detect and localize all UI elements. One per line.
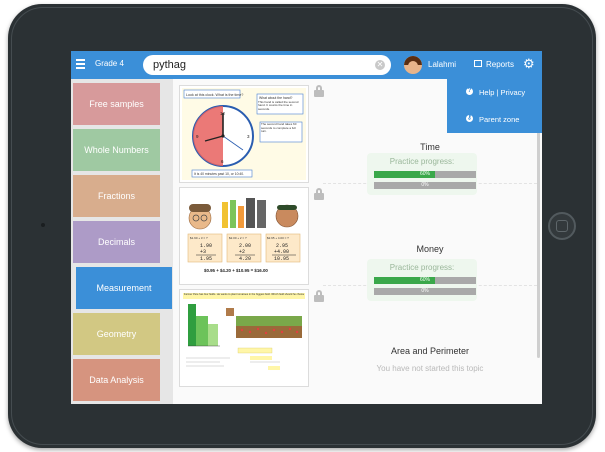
home-button-icon (556, 220, 568, 232)
time-question: Look at this clock. What is the time? (186, 93, 243, 97)
top-bar: Grade 4 pythag ✕ Lalahmi Reports ⚙ (71, 51, 542, 79)
progress-panel-money: Practice progress: 60% 0% (367, 259, 477, 301)
progress-text: 0% (421, 182, 429, 188)
user-name[interactable]: Lalahmi (428, 60, 456, 69)
time-note-3: The second hand takes 60 seconds to comp… (261, 123, 297, 134)
menu-icon[interactable] (76, 59, 85, 69)
search-input[interactable]: pythag ✕ (143, 55, 391, 75)
grade-selector[interactable]: Grade 4 (95, 59, 124, 68)
sidebar-item-decimals[interactable]: Decimals (73, 221, 160, 263)
help-icon: ? (466, 88, 473, 95)
lock-icon (314, 290, 324, 302)
topic-title-time[interactable]: Time (323, 142, 537, 152)
money-sum-3-head: $2.95 + 4.00 = ? (267, 236, 289, 240)
time-answer: It is 40 minutes past 10, or 10:40. (194, 172, 244, 176)
money-sum-2-b: +2 (239, 249, 245, 255)
tablet-camera (41, 223, 45, 227)
money-sum-3-result: 10.95 (274, 256, 289, 262)
gear-icon[interactable]: ⚙ (523, 57, 535, 71)
progress-label: Practice progress: (389, 263, 455, 272)
key-icon: ⚷ (466, 115, 473, 122)
topic-status: You have not started this topic (376, 364, 484, 373)
menu-item-help-privacy[interactable]: ? Help | Privacy (447, 79, 542, 106)
lock-icon (314, 85, 324, 97)
money-illustration: $1.90 + 3 = ? 1.90 +3 1.95 $2.00 + 2 = ?… (182, 190, 306, 282)
progress-bar: 60% (374, 171, 476, 178)
time-note-2: This hand is called the second hand. It … (258, 101, 299, 111)
avatar[interactable] (404, 56, 422, 74)
sidebar-item-data-analysis[interactable]: Data Analysis (73, 359, 160, 401)
progress-label: Practice progress: (389, 157, 455, 166)
topic-title-money[interactable]: Money (323, 244, 537, 254)
money-sum-1-result: 1.95 (200, 256, 212, 262)
area-illustration: Farmer Pete has four fields. He wants to… (182, 292, 306, 384)
progress-bar: 60% (374, 277, 476, 284)
money-sum-2-head: $2.00 + 2 = ? (229, 236, 247, 240)
sidebar-item-geometry[interactable]: Geometry (73, 313, 160, 355)
money-sum-3-b: +4.00 (274, 249, 289, 255)
thumbnail-area[interactable]: Farmer Pete has four fields. He wants to… (179, 289, 309, 387)
area-instruction: Farmer Pete has four fields. He wants to… (184, 293, 304, 296)
sidebar-item-measurement[interactable]: Measurement (76, 267, 172, 309)
lock-icon (314, 188, 324, 200)
search-value: pythag (153, 59, 187, 71)
thumbnail-time[interactable]: Look at this clock. What is the time? 12… (179, 85, 309, 183)
money-sum-2-result: 4.20 (239, 256, 251, 262)
reports-button[interactable]: Reports (486, 60, 514, 69)
progress-text: 0% (421, 288, 429, 294)
sidebar-item-whole-numbers[interactable]: Whole Numbers (73, 129, 160, 171)
progress-text: 60% (419, 171, 430, 177)
progress-panel-time: Practice progress: 60% 0% (367, 153, 477, 195)
home-button[interactable] (548, 212, 576, 240)
settings-menu: ? Help | Privacy ⚷ Parent zone (447, 79, 542, 133)
sidebar-item-free-samples[interactable]: Free samples (73, 83, 160, 125)
thumbnail-money[interactable]: $1.90 + 3 = ? 1.90 +3 1.95 $2.00 + 2 = ?… (179, 187, 309, 285)
time-note-1: What about the hand? (259, 96, 292, 100)
money-total: $0.95 + $4.20 + $10.95 = $16.00 (204, 268, 268, 273)
progress-text: 60% (419, 277, 430, 283)
svg-text:12: 12 (220, 111, 226, 116)
progress-bar: 0% (374, 182, 476, 189)
sidebar: Free samples Whole Numbers Fractions Dec… (71, 79, 173, 404)
app-screen: Grade 4 pythag ✕ Lalahmi Reports ⚙ Free … (71, 51, 542, 404)
menu-item-parent-zone[interactable]: ⚷ Parent zone (447, 106, 542, 133)
clear-search-icon[interactable]: ✕ (375, 60, 385, 70)
money-sum-1-b: +3 (200, 249, 206, 255)
reports-icon[interactable] (474, 60, 482, 67)
time-illustration: Look at this clock. What is the time? 12… (182, 88, 306, 180)
sidebar-item-fractions[interactable]: Fractions (73, 175, 160, 217)
progress-bar: 0% (374, 288, 476, 295)
money-sum-1-head: $1.90 + 3 = ? (190, 236, 208, 240)
scrollbar[interactable] (537, 130, 540, 358)
topic-title-area-perimeter[interactable]: Area and Perimeter (323, 346, 537, 356)
